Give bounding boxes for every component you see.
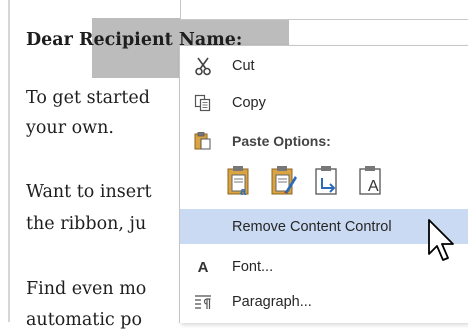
font-icon-glyph: A	[197, 258, 209, 276]
paste-keep-source-formatting-icon[interactable]: a	[225, 164, 255, 198]
paste-options-buttons: a A	[225, 164, 387, 200]
body-line-5[interactable]: Find even mo	[26, 277, 146, 301]
menu-item-remove-content-control[interactable]: Remove Content Control	[180, 209, 468, 244]
body-line-4[interactable]: the ribbon, ju	[26, 212, 146, 236]
menu-item-font-label: Font...	[232, 259, 274, 275]
body-line-2[interactable]: your own.	[26, 116, 114, 140]
context-menu: Cut Copy Paste Options: a A Remove Conte…	[179, 45, 468, 323]
paste-merge-formatting-icon[interactable]	[269, 164, 299, 198]
menu-item-paragraph[interactable]: Paragraph...	[180, 286, 468, 318]
paragraph-icon	[193, 292, 213, 312]
menu-item-cut[interactable]: Cut	[180, 50, 468, 82]
paste-options-label: Paste Options:	[232, 133, 331, 149]
mouse-cursor-icon	[428, 219, 454, 261]
paste-options-header: Paste Options:	[180, 125, 468, 157]
body-line-3[interactable]: Want to insert	[26, 180, 152, 204]
menu-item-paragraph-label: Paragraph...	[232, 294, 312, 310]
svg-text:a: a	[240, 186, 247, 198]
paste-picture-icon[interactable]	[313, 164, 343, 198]
clipboard-icon	[193, 131, 213, 151]
mini-toolbar-edge-left	[180, 0, 181, 19]
menu-item-copy-label: Copy	[232, 95, 266, 111]
paste-text-only-glyph: A	[368, 178, 379, 195]
menu-item-remove-content-control-label: Remove Content Control	[232, 218, 392, 235]
font-icon: A	[193, 257, 213, 277]
paste-keep-text-only-icon[interactable]: A	[357, 164, 387, 198]
page-edge	[8, 0, 10, 322]
copy-icon	[193, 93, 213, 113]
body-line-6[interactable]: automatic po	[26, 308, 142, 332]
menu-item-copy[interactable]: Copy	[180, 87, 468, 119]
mini-toolbar-edge	[180, 0, 468, 20]
menu-item-font[interactable]: A Font...	[180, 251, 468, 283]
body-line-1[interactable]: To get started	[26, 86, 150, 110]
menu-item-cut-label: Cut	[232, 58, 255, 74]
scissors-icon	[193, 56, 213, 76]
